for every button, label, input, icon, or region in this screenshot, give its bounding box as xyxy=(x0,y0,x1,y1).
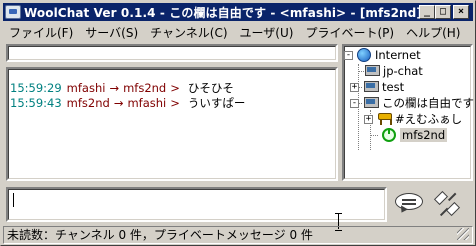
status-text: 未読数：チャンネル 0 件，プライベートメッセージ 0 件 xyxy=(7,228,313,242)
collapse-toggle[interactable]: - xyxy=(344,50,353,60)
tree-node-label: jp-chat xyxy=(383,64,423,78)
message-marker: > xyxy=(170,81,180,95)
tree-node-internet[interactable]: - Internet xyxy=(344,47,421,63)
tree-node-label: #えむふぁし xyxy=(395,112,463,126)
plug-half xyxy=(445,201,461,217)
resize-grip[interactable] xyxy=(457,228,469,240)
menu-channel[interactable]: チャンネル(C) xyxy=(144,24,233,41)
app-window: WoolChat Ver 0.1.4 - この欄は自由です - <mfashi>… xyxy=(0,0,476,246)
computer-icon xyxy=(364,64,380,78)
tree-node-label: mfs2nd xyxy=(400,128,448,142)
plug-wire xyxy=(447,192,457,201)
tree-node-label: test xyxy=(382,80,405,94)
power-user-icon xyxy=(382,128,396,142)
tree-connector xyxy=(370,135,378,136)
speech-bubble-icon[interactable] xyxy=(394,192,424,215)
computer-icon xyxy=(363,96,379,110)
title-bar[interactable]: WoolChat Ver 0.1.4 - この欄は自由です - <mfashi>… xyxy=(3,3,473,21)
message-input[interactable] xyxy=(6,187,387,222)
message-sender: mfashi xyxy=(66,81,106,95)
menu-server[interactable]: サーバ(S) xyxy=(79,24,144,41)
tree-node-server[interactable]: + test xyxy=(350,79,404,95)
chat-line: 15:59:29 mfashi → mfs2nd > ひそひそ xyxy=(10,81,336,96)
window-title: WoolChat Ver 0.1.4 - この欄は自由です - <mfashi>… xyxy=(24,5,422,20)
chat-line: 15:59:43 mfs2nd → mfashi > ういすぱー xyxy=(10,96,336,111)
plug-half xyxy=(433,190,449,206)
message-arrow: → xyxy=(109,81,120,95)
computer-icon xyxy=(363,80,379,94)
connect-plug-icon[interactable] xyxy=(433,190,463,218)
menu-private[interactable]: プライベート(P) xyxy=(299,24,400,41)
chat-log[interactable]: 15:59:29 mfashi → mfs2nd > ひそひそ 15:59:43… xyxy=(6,67,338,181)
tree-node-channel[interactable]: + #えむふぁし xyxy=(364,111,462,127)
message-time: 15:59:29 xyxy=(10,81,62,95)
app-icon[interactable] xyxy=(5,5,21,19)
channel-stool-icon xyxy=(377,112,392,126)
message-text: ういすぱー xyxy=(187,96,246,110)
tree-node-server[interactable]: - この欄は自由です xyxy=(350,95,474,111)
tree-node-label: Internet xyxy=(375,48,421,62)
topic-field[interactable] xyxy=(6,44,338,62)
menu-user[interactable]: ユーザ(U) xyxy=(234,24,300,41)
close-button[interactable]: × xyxy=(453,5,469,19)
expand-toggle[interactable]: + xyxy=(364,114,373,124)
message-marker: > xyxy=(170,96,180,110)
message-arrow: → xyxy=(113,96,124,110)
server-tree[interactable]: - Internet jp-chat + test - この欄は自由です + #… xyxy=(342,44,474,181)
text-caret xyxy=(13,193,14,207)
message-text: ひそひそ xyxy=(187,81,234,95)
menu-file[interactable]: ファイル(F) xyxy=(3,24,79,41)
maximize-button[interactable]: □ xyxy=(435,5,451,19)
minimize-button[interactable]: _ xyxy=(419,5,435,19)
message-recipient: mfashi xyxy=(127,96,167,110)
tree-node-server[interactable]: jp-chat xyxy=(364,63,423,79)
tree-node-user[interactable]: mfs2nd xyxy=(382,127,448,143)
collapse-toggle[interactable]: - xyxy=(350,98,359,108)
message-sender: mfs2nd xyxy=(66,96,110,110)
menu-bar: ファイル(F) サーバ(S) チャンネル(C) ユーザ(U) プライベート(P)… xyxy=(3,23,473,41)
status-bar: 未読数：チャンネル 0 件，プライベートメッセージ 0 件 xyxy=(3,226,473,244)
globe-icon xyxy=(357,48,371,62)
message-time: 15:59:43 xyxy=(10,96,62,110)
message-recipient: mfs2nd xyxy=(123,81,167,95)
menu-help[interactable]: ヘルプ(H) xyxy=(400,24,466,41)
expand-toggle[interactable]: + xyxy=(350,82,359,92)
tree-node-label: この欄は自由です xyxy=(382,96,474,110)
